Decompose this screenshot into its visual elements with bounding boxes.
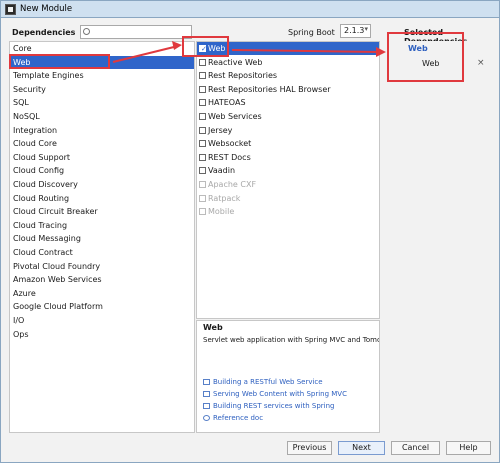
annotation-arrowhead-1 bbox=[172, 41, 182, 50]
annotation-arrow-2 bbox=[231, 49, 381, 53]
annotation-arrowhead-2 bbox=[376, 47, 386, 57]
annotation-arrow-1 bbox=[112, 45, 179, 63]
annotation-arrows bbox=[112, 41, 386, 63]
